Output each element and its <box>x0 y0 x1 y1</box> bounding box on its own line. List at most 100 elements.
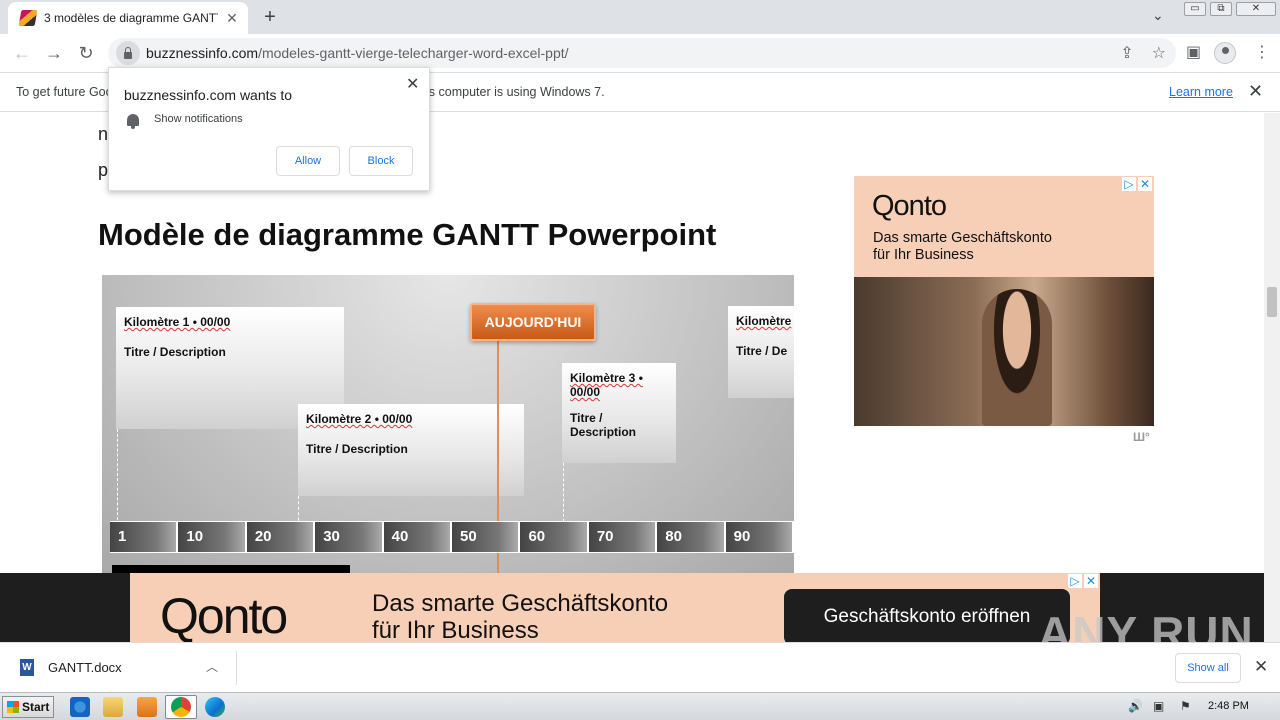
scale-tick: 30 <box>315 522 382 552</box>
tab-search-chevron-icon[interactable]: ⌄ <box>1152 7 1164 24</box>
infobar-close-icon[interactable]: ✕ <box>1248 81 1263 102</box>
chrome-icon <box>171 697 191 717</box>
ad-tagline: Das smarte Geschäftskonto für Ihr Busine… <box>372 590 668 642</box>
prompt-permission-text: Show notifications <box>154 113 243 125</box>
scale-tick: 70 <box>588 522 656 552</box>
today-marker: AUJOURD'HUI <box>470 303 596 341</box>
scale-tick: 90 <box>725 522 793 552</box>
allow-button[interactable]: Allow <box>276 146 340 176</box>
milestone-connector <box>563 463 564 527</box>
download-filename[interactable]: GANTT.docx <box>48 660 122 675</box>
network-icon[interactable]: ▣ <box>1153 699 1164 713</box>
section-heading: Modèle de diagramme GANTT Powerpoint <box>98 217 717 252</box>
url-path: /modeles-gantt-vierge-telecharger-word-e… <box>258 45 569 61</box>
tab-strip: 3 modèles de diagramme GANTT vier ✕ + ⌄ … <box>0 0 1280 34</box>
milestone-description: Titre / De <box>736 344 788 358</box>
download-shelf: W GANTT.docx ︿ Show all ✕ <box>0 642 1280 692</box>
milestone-title: Kilomètre 2 • 00/00 <box>306 412 413 426</box>
tab-title: 3 modèles de diagramme GANTT vier <box>44 11 218 25</box>
ad-tagline: Das smarte Geschäftskonto für Ihr Busine… <box>873 230 1052 264</box>
media-player-icon[interactable] <box>137 697 157 717</box>
show-all-button[interactable]: Show all <box>1175 653 1241 683</box>
scale-tick: 50 <box>452 522 519 552</box>
back-button[interactable]: ← <box>10 42 34 64</box>
ad-close-icon[interactable]: ✕ <box>1138 177 1152 191</box>
scale-tick: 60 <box>520 522 587 552</box>
menu-kebab-icon[interactable]: ⋮ <box>1254 42 1270 62</box>
milestone-description: Titre / Description <box>570 411 637 439</box>
scale-tick: 20 <box>246 522 314 552</box>
ad-network-logo: Ш° <box>1133 430 1150 444</box>
address-bar[interactable]: buzznessinfo.com/modeles-gantt-vierge-te… <box>108 38 1176 68</box>
bookmark-star-icon[interactable]: ☆ <box>1152 43 1166 63</box>
reload-button[interactable]: ↻ <box>74 42 98 64</box>
notification-permission-prompt: buzznessinfo.com wants to Show notificat… <box>108 67 430 191</box>
minimize-button[interactable]: ▭ <box>1184 2 1206 16</box>
start-button[interactable]: Start <box>2 696 54 718</box>
ad-tagline-line: für Ihr Business <box>873 247 974 263</box>
scale-tick: 10 <box>178 522 245 552</box>
download-chevron-up-icon[interactable]: ︿ <box>206 658 218 675</box>
url-text: buzznessinfo.com/modeles-gantt-vierge-te… <box>146 45 569 61</box>
gantt-milestone-card: Kilomètre 2 • 00/00 Titre / Description <box>298 404 524 496</box>
action-center-flag-icon[interactable]: ⚑ <box>1180 699 1191 713</box>
word-doc-icon: W <box>20 659 34 676</box>
milestone-description: Titre / Description <box>306 442 408 456</box>
forward-button[interactable]: → <box>42 42 66 64</box>
explorer-folder-icon[interactable] <box>103 697 123 717</box>
milestone-description: Titre / Description <box>124 345 226 359</box>
shelf-close-icon[interactable]: ✕ <box>1254 657 1268 677</box>
side-panel-icon[interactable]: ▣ <box>1186 42 1201 62</box>
system-clock[interactable]: 2:48 PM <box>1208 700 1249 712</box>
scrollbar-thumb[interactable] <box>1267 287 1277 317</box>
bell-icon <box>127 114 139 129</box>
ad-brand-logo: Qonto <box>872 190 947 222</box>
tab-close-icon[interactable]: ✕ <box>224 10 240 27</box>
url-domain: buzznessinfo.com <box>146 45 259 61</box>
new-tab-button[interactable]: + <box>260 6 280 28</box>
ad-tagline-line: Das smarte Geschäftskonto <box>873 230 1052 246</box>
milestone-title: Kilomètre <box>736 314 792 328</box>
lock-icon[interactable] <box>116 41 140 65</box>
browser-tab[interactable]: 3 modèles de diagramme GANTT vier ✕ <box>8 2 248 34</box>
milestone-title: Kilomètre 3 • 00/00 <box>570 371 643 399</box>
scale-tick: 40 <box>383 522 451 552</box>
start-label: Start <box>22 700 50 714</box>
volume-icon[interactable]: 🔊 <box>1128 699 1143 713</box>
ad-brand-logo: Qonto <box>160 588 288 642</box>
ad-tagline-line: Das smarte Geschäftskonto <box>372 590 669 617</box>
ad-cta-button[interactable]: Geschäftskonto eröffnen <box>784 589 1070 642</box>
restore-button[interactable]: ⧉ <box>1210 2 1232 16</box>
gantt-milestone-card: Kilomètre Titre / De <box>728 306 794 398</box>
page-scrollbar[interactable] <box>1264 113 1280 642</box>
milestone-connector <box>117 429 118 525</box>
learn-more-link[interactable]: Learn more <box>1169 85 1233 99</box>
gantt-chart-image: Kilomètre 1 • 00/00 Titre / Description … <box>102 275 794 573</box>
ie-icon[interactable] <box>70 697 90 717</box>
site-favicon-icon <box>18 10 38 26</box>
bottom-ad-banner[interactable]: Qonto Das smarte Geschäftskonto für Ihr … <box>130 573 1100 642</box>
prompt-title: buzznessinfo.com wants to <box>124 87 293 103</box>
prompt-close-icon[interactable]: ✕ <box>406 74 419 94</box>
gantt-timeline-scale: 1 10 20 30 40 50 60 70 80 90 <box>110 521 794 553</box>
edge-icon[interactable] <box>205 697 225 717</box>
adchoices-icon[interactable]: ▷ <box>1122 177 1136 191</box>
block-button[interactable]: Block <box>349 146 413 176</box>
windows-taskbar: Start 🔊 ▣ ⚑ 2:48 PM <box>0 692 1280 720</box>
windows-flag-icon <box>7 701 19 713</box>
gantt-milestone-card: Kilomètre 3 • 00/00 Titre / Description <box>562 363 676 463</box>
share-icon[interactable]: ⇪ <box>1120 43 1133 63</box>
ad-close-icon[interactable]: ✕ <box>1084 574 1098 588</box>
sidebar-ad[interactable]: Qonto Das smarte Geschäftskonto für Ihr … <box>854 176 1154 426</box>
shelf-divider <box>236 651 237 685</box>
window-close-button[interactable]: ✕ <box>1236 2 1276 16</box>
scale-tick: 1 <box>110 522 177 552</box>
scale-tick: 80 <box>657 522 724 552</box>
profile-avatar-icon[interactable] <box>1214 42 1236 64</box>
ad-person-image <box>982 289 1052 426</box>
gantt-task-bar <box>112 565 350 573</box>
ad-photo <box>854 277 1154 426</box>
ad-tagline-line: für Ihr Business <box>372 617 539 642</box>
milestone-title: Kilomètre 1 • 00/00 <box>124 315 231 329</box>
adchoices-icon[interactable]: ▷ <box>1068 574 1082 588</box>
